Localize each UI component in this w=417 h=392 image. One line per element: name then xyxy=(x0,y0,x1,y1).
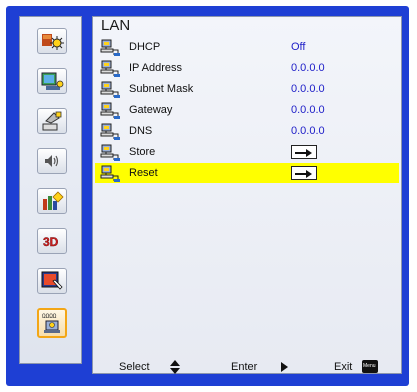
page-title: LAN xyxy=(101,17,131,34)
options-icon[interactable] xyxy=(37,188,67,214)
menu-row-reset[interactable]: Reset xyxy=(95,163,399,183)
network-icon xyxy=(100,81,120,98)
osd-sidebar: 3D ΩΩΩΩ xyxy=(19,16,82,364)
reset-enter-button[interactable] xyxy=(291,166,317,180)
network-icon xyxy=(100,123,120,140)
osd-footer: Select Enter Exit Menu xyxy=(93,359,403,375)
svg-text:ΩΩΩΩ: ΩΩΩΩ xyxy=(42,313,57,320)
store-enter-button[interactable] xyxy=(291,145,317,159)
volume-icon[interactable] xyxy=(37,148,67,174)
network-icon xyxy=(100,165,120,182)
menu-row-gateway[interactable]: Gateway 0.0.0.0 xyxy=(95,100,399,120)
exit-hint: Exit xyxy=(334,361,353,373)
menu-row-subnet-mask[interactable]: Subnet Mask 0.0.0.0 xyxy=(95,79,399,99)
menu-row-label: Gateway xyxy=(129,104,173,116)
menu-row-store[interactable]: Store xyxy=(95,142,399,162)
menu-row-value: 0.0.0.0 xyxy=(291,62,325,74)
network-icon xyxy=(100,60,120,77)
menu-row-label: DNS xyxy=(129,125,153,137)
menu-row-value: Off xyxy=(291,41,306,53)
network-icon xyxy=(100,39,120,56)
menu-row-value: 0.0.0.0 xyxy=(291,104,325,116)
display-icon[interactable] xyxy=(37,68,67,94)
up-down-arrow-icon xyxy=(170,360,180,374)
enter-arrow-icon xyxy=(295,149,312,157)
network-icon xyxy=(100,102,120,119)
menu-row-label: Reset xyxy=(129,167,158,179)
menu-row-ip-address[interactable]: IP Address 0.0.0.0 xyxy=(95,58,399,78)
interactive-icon[interactable] xyxy=(37,268,67,294)
menu-row-label: DHCP xyxy=(129,41,161,53)
right-arrow-icon xyxy=(281,362,288,372)
3d-icon-label: 3D xyxy=(43,235,59,249)
menu-row-value: 0.0.0.0 xyxy=(291,125,325,137)
menu-row-label: Store xyxy=(129,146,156,158)
3d-icon[interactable]: 3D xyxy=(37,228,67,254)
menu-row-label: IP Address xyxy=(129,62,182,74)
menu-row-label: Subnet Mask xyxy=(129,83,194,95)
menu-row-value: 0.0.0.0 xyxy=(291,83,325,95)
enter-arrow-icon xyxy=(295,170,312,178)
picture-icon[interactable] xyxy=(37,28,67,54)
menu-key-label: Menu xyxy=(363,363,376,369)
menu-row-dns[interactable]: DNS 0.0.0.0 xyxy=(95,121,399,141)
network-icon xyxy=(100,144,120,161)
settings-icon[interactable] xyxy=(37,108,67,134)
menu-row-dhcp[interactable]: DHCP Off xyxy=(95,37,399,57)
menu-key-icon: Menu xyxy=(362,360,378,373)
lan-icon[interactable]: ΩΩΩΩ xyxy=(37,308,67,338)
enter-hint: Enter xyxy=(231,361,258,373)
select-hint: Select xyxy=(119,361,150,373)
osd-frame: 3D ΩΩΩΩ LAN DHCP Off IP Address 0.0.0.0 … xyxy=(6,6,409,386)
lan-settings-panel: LAN DHCP Off IP Address 0.0.0.0 Subnet M… xyxy=(92,16,402,374)
